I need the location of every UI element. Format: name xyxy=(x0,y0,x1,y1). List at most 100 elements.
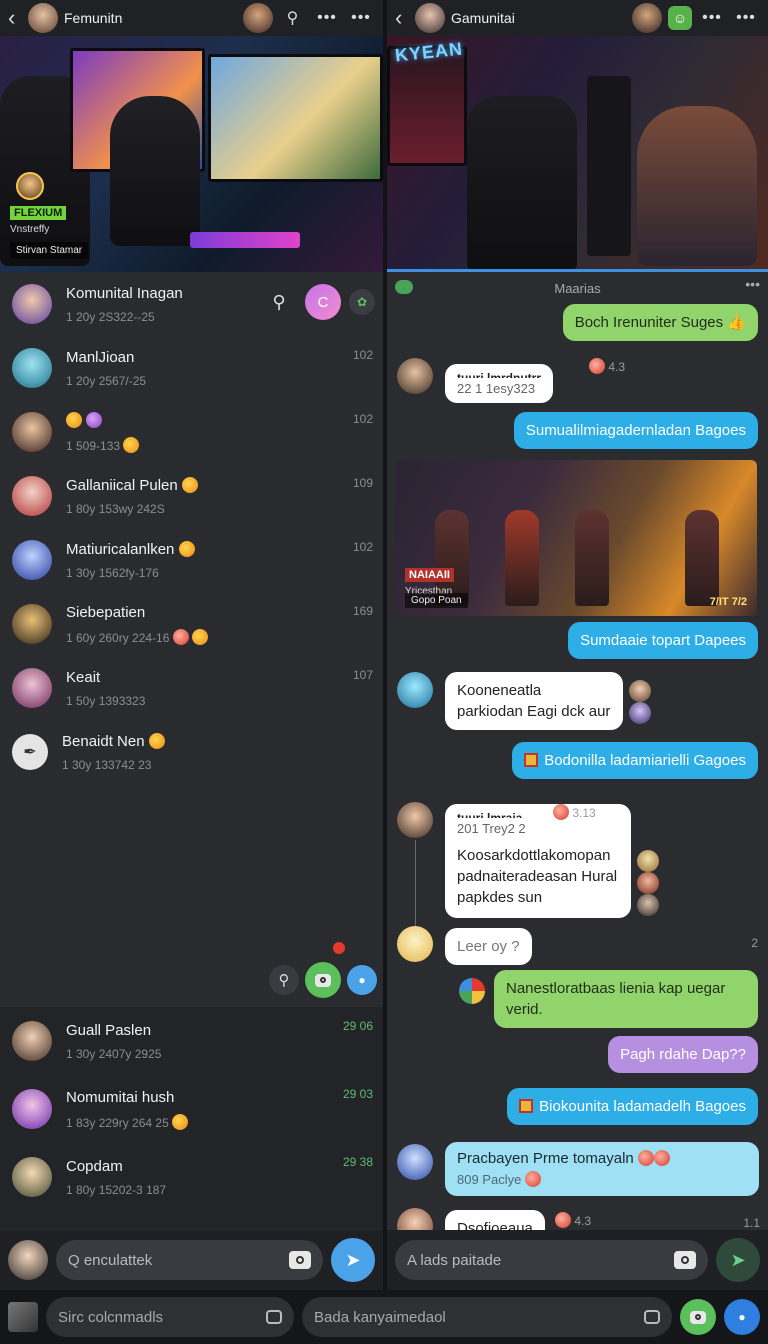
community-hero-image: KYEAN xyxy=(387,36,768,272)
outgoing-message[interactable]: Boch Irenuniter Suges 👍 xyxy=(562,304,758,341)
outgoing-message[interactable]: Pagh rdahe Dap?? xyxy=(608,1036,758,1073)
send-button[interactable]: ➤ xyxy=(331,1238,375,1282)
search-input[interactable]: Q enculattek xyxy=(56,1240,323,1280)
search-icon[interactable]: ⚲ xyxy=(279,8,307,28)
send-button[interactable]: ➤ xyxy=(716,1238,760,1282)
conversation-name: Siebepatien xyxy=(66,603,146,621)
avatar xyxy=(12,668,52,708)
camera-icon[interactable] xyxy=(674,1251,696,1269)
incoming-message[interactable]: tuuri lmrdnutrr 22 1 1esy323 xyxy=(445,364,553,403)
avatar xyxy=(629,702,651,724)
avatar[interactable] xyxy=(397,672,433,708)
avatar[interactable] xyxy=(397,802,433,838)
conversation-name: Gallaniical Pulen xyxy=(66,476,383,494)
chat-icon[interactable] xyxy=(644,1310,660,1324)
avatar[interactable] xyxy=(28,3,58,33)
message-input[interactable]: Bada kanyaimedaol xyxy=(302,1297,672,1337)
incoming-message[interactable]: Leer oy ? xyxy=(445,928,532,965)
image-message[interactable]: NAIAAII Yricesthan Gopo Poan 7/IT 7/2 xyxy=(395,460,757,616)
hero-subtitle: Vnstreffy xyxy=(10,224,50,235)
emoji-icon xyxy=(553,804,569,820)
image-figure xyxy=(685,510,719,606)
avatar xyxy=(12,476,52,516)
avatar xyxy=(12,1157,52,1197)
community-hero-image: FLEXIUM Vnstreffy Stirvan Stamar xyxy=(0,36,383,272)
unread-count: 102 xyxy=(352,540,373,554)
conversation-name: Matiuricalanlken xyxy=(66,540,383,558)
avatar xyxy=(12,604,52,644)
list-item[interactable]: Siebepatien 1 60y 260ry 224-16 169 xyxy=(0,592,383,656)
avatar[interactable] xyxy=(8,1240,48,1280)
chat-bubble-icon[interactable]: ● xyxy=(724,1299,760,1335)
chat-header: Maarias ••• xyxy=(387,272,768,304)
emoji-icon xyxy=(148,732,165,749)
incoming-message[interactable]: Kooneneatla parkiodan Eagi dck aur xyxy=(445,672,623,730)
back-arrow-icon[interactable]: ‹ xyxy=(8,5,22,31)
conversation-name: Guall Paslen xyxy=(66,1021,152,1039)
avatar[interactable] xyxy=(397,926,433,962)
list-item[interactable]: Nomumitai hush 1 83y 229ry 264 25 29 03 xyxy=(0,1075,383,1143)
avatar xyxy=(459,978,485,1004)
outgoing-message[interactable]: Sumdaaie topart Dapees xyxy=(568,622,758,659)
hero-tag: FLEXIUM xyxy=(10,206,67,220)
avatar[interactable] xyxy=(397,358,433,394)
emoji-icon xyxy=(653,1150,670,1166)
thumbs-up-icon: 👍 xyxy=(727,314,746,331)
emoji-icon xyxy=(172,628,189,645)
list-item[interactable]: Copdam 1 80y 15202-3 187 29 38 xyxy=(0,1143,383,1211)
contact-avatar[interactable] xyxy=(243,3,273,33)
overflow-icon[interactable]: ••• xyxy=(732,9,760,27)
more-icon[interactable]: ••• xyxy=(745,276,760,292)
list-item[interactable]: Matiuricalanlken 1 30y 1562fy-176 102 xyxy=(0,528,383,592)
conversation-meta: 1 80y 153wy 242S xyxy=(66,501,165,516)
search-icon[interactable]: ⚲ xyxy=(269,965,299,995)
incoming-message[interactable]: tuuri lmraia 201 Trey2 2 Koosarkdottlako… xyxy=(445,804,631,918)
list-item[interactable]: ManlJioan 1 20y 2567/-25 102 xyxy=(0,336,383,400)
outgoing-message[interactable]: Biokounita ladamadelh Bagoes xyxy=(507,1088,758,1125)
thread-title: Maarias xyxy=(554,280,601,296)
contact-avatar[interactable] xyxy=(632,3,662,33)
conversation-name: Keait xyxy=(66,668,101,686)
search-input[interactable]: Sirc colcnmadls xyxy=(46,1297,294,1337)
more-icon[interactable]: ••• xyxy=(698,9,726,27)
pinned-conversations: Guall Paslen 1 30y 2407y 2925 29 06 Nomum… xyxy=(0,1007,383,1229)
more-icon[interactable]: ••• xyxy=(313,9,341,27)
list-item[interactable]: Keait 1 50y 1393323 107 xyxy=(0,656,383,720)
camera-icon[interactable] xyxy=(289,1251,311,1269)
emoji-icon xyxy=(66,411,82,428)
gift-icon xyxy=(524,753,539,767)
conversation-meta: 1 80y 15202-3 187 xyxy=(66,1182,167,1197)
streamer-avatar xyxy=(16,172,44,200)
camera-icon[interactable] xyxy=(680,1299,716,1335)
avatar[interactable] xyxy=(397,1144,433,1180)
avatar[interactable] xyxy=(415,3,445,33)
ghost-icon xyxy=(395,280,413,294)
list-item[interactable]: ✒ Benaidt Nen 1 30y 133742 23 xyxy=(0,720,383,784)
right-pane: ‹ Gamunitai ☺ ••• ••• KYEAN Maarias ••• … xyxy=(387,0,768,1290)
notification-dot-icon xyxy=(333,942,345,954)
overflow-icon[interactable]: ••• xyxy=(347,9,375,27)
list-item[interactable]: Komunital Inagan 1 20y 2S322--25 xyxy=(0,272,383,336)
avatar xyxy=(12,1089,52,1129)
outgoing-message[interactable]: Sumualilmiagadernladan Bagoes xyxy=(513,412,758,449)
hero-chip: Stirvan Stamar xyxy=(10,242,89,259)
list-item[interactable]: Gallaniical Pulen 1 80y 153wy 242S 109 xyxy=(0,464,383,528)
outgoing-message[interactable]: Nanestloratbaas lienia kap uegar verid. xyxy=(494,970,758,1028)
chat-bubble-icon[interactable]: ● xyxy=(347,965,377,995)
message-input[interactable]: A lads paitade xyxy=(395,1240,708,1280)
conversation-meta: 1 83y 229ry 264 25 xyxy=(66,1113,383,1130)
camera-icon[interactable] xyxy=(305,962,341,998)
outgoing-message[interactable]: Bodonilla ladamiarielli Gagoes xyxy=(512,742,758,779)
left-composer: Q enculattek ➤ xyxy=(0,1230,383,1290)
incoming-message[interactable]: Pracbayen Prme tomayaln 809 Paclye xyxy=(445,1142,759,1196)
conversation-meta: 1 60y 260ry 224-16 xyxy=(66,628,383,645)
chat-icon[interactable] xyxy=(266,1310,282,1324)
chat-title: Gamunitai xyxy=(451,10,515,26)
list-item[interactable]: 1 509-133 102 xyxy=(0,400,383,464)
back-arrow-icon[interactable]: ‹ xyxy=(395,5,409,31)
status-badge-icon[interactable]: ☺ xyxy=(668,6,692,30)
list-item[interactable]: Guall Paslen 1 30y 2407y 2925 29 06 xyxy=(0,1007,383,1075)
timestamp: 29 03 xyxy=(342,1087,373,1101)
gallery-icon[interactable] xyxy=(8,1302,38,1332)
image-figure xyxy=(575,510,609,606)
